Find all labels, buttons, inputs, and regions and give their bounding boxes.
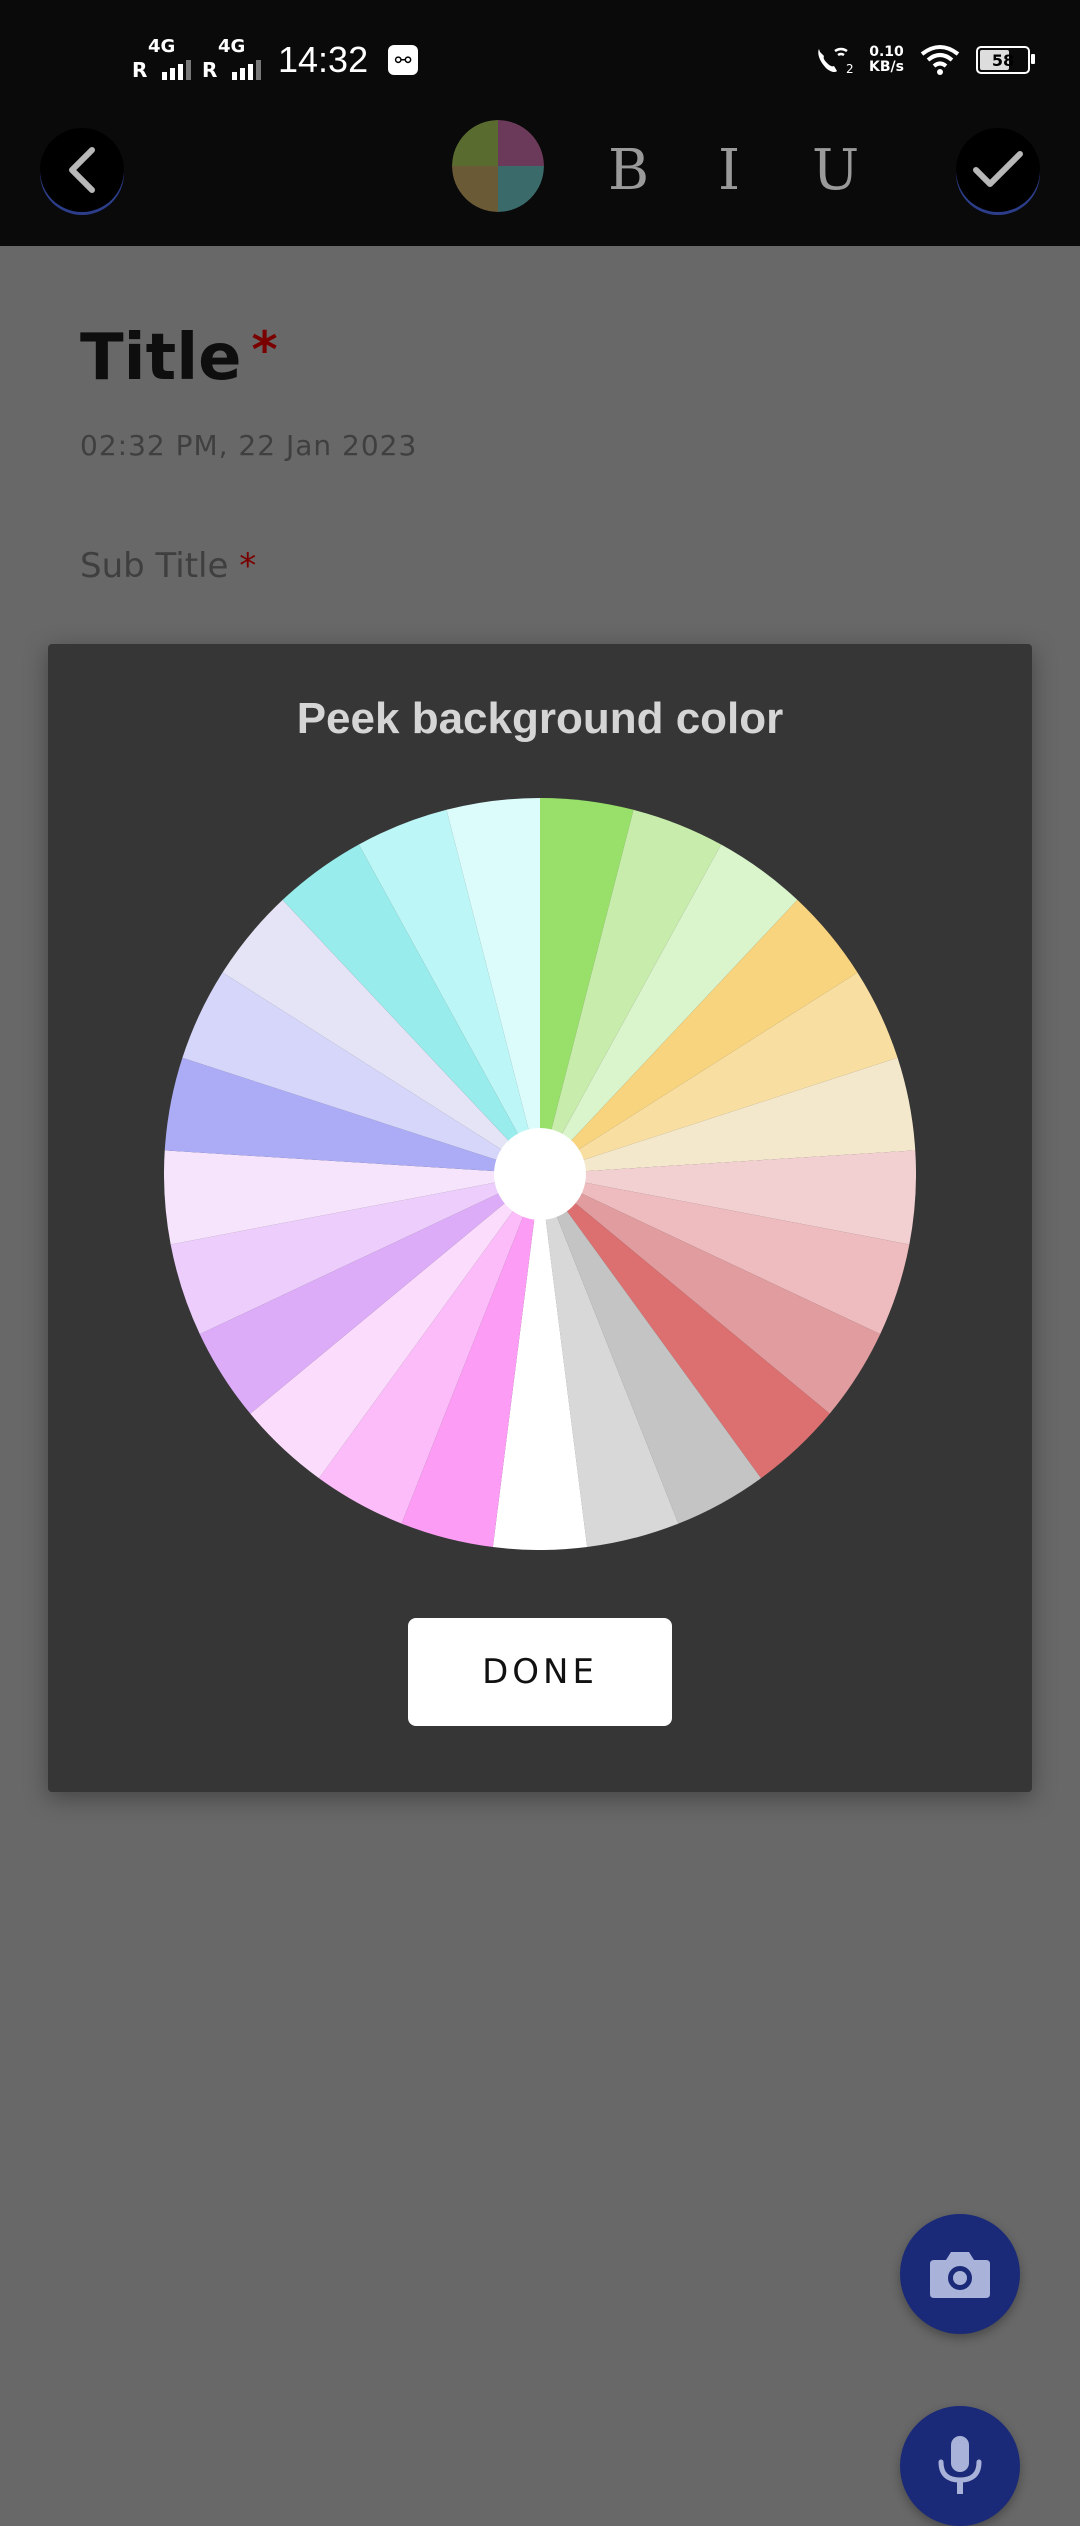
note-date: 02:32 PM, 22 Jan 2023 [80,429,418,462]
save-button[interactable] [956,128,1040,212]
sim2-signal-icon: R 4G [200,30,270,90]
done-button[interactable]: DONE [408,1618,672,1726]
sim2-roaming-label: R [202,58,218,82]
color-swatch-icon [452,120,544,212]
note-title-field[interactable]: Title * [80,321,278,395]
status-time: 14:32 [278,39,369,80]
battery-icon: 58 [976,46,1035,74]
sim2-network-label: 4G [218,36,246,57]
net-speed-unit: KB/s [869,59,904,75]
note-title-text: Title [80,321,242,395]
note-subtitle-field[interactable]: Sub Title * [80,546,256,586]
bold-button[interactable]: B [608,138,649,203]
net-speed-value: 0.10 [869,44,904,60]
status-bar: R 4G R 4G 14:32 ⚯ 2 0.10 KB/s 58 [0,0,1080,120]
microphone-icon [938,2436,982,2494]
camera-icon [930,2252,990,2298]
svg-text:2: 2 [846,62,853,76]
chevron-left-icon [69,147,95,193]
battery-level: 58 [991,50,1015,70]
net-speed: 0.10 KB/s [869,45,904,75]
wifi-calling-icon: 2 [818,47,853,76]
back-button[interactable] [40,128,124,212]
background-color-dialog: Peek background color DONE [48,644,1032,1792]
sim1-roaming-label: R [132,58,148,82]
checkmark-icon [973,151,1023,187]
color-wheel-center-selector[interactable] [494,1128,586,1220]
wifi-icon [920,45,960,75]
microphone-button[interactable] [900,2406,1020,2526]
status-left: R 4G R 4G 14:32 ⚯ [130,30,419,90]
italic-button[interactable]: I [718,138,740,203]
color-wheel[interactable] [164,798,916,1550]
underline-button[interactable]: U [812,138,859,203]
usb-icon: ⚯ [388,45,419,75]
status-right: 2 0.10 KB/s 58 [813,30,1035,90]
sim1-network-label: 4G [148,36,176,57]
background-color-picker-button[interactable] [452,120,544,212]
sim1-signal-icon: R 4G [130,30,200,90]
subtitle-required-mark: * [239,546,257,586]
camera-button[interactable] [900,2214,1020,2334]
dialog-title: Peek background color [296,694,784,743]
editor-toolbar: B I U [0,120,1080,246]
title-required-mark: * [251,321,278,379]
note-subtitle-text: Sub Title [80,546,229,586]
